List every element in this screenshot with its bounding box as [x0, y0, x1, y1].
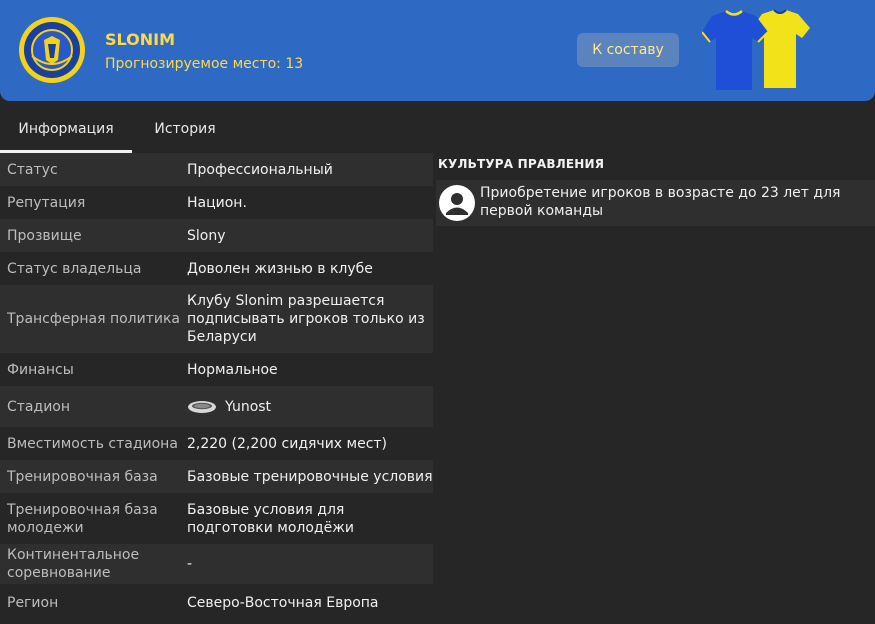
info-value: Северо-Восточная Европа [187, 594, 379, 611]
tab-history[interactable]: История [152, 101, 218, 153]
club-name: SLONIM [105, 30, 176, 49]
info-value: Базовые условия для подготовки молодёжи [187, 501, 354, 536]
board-culture-title: КУЛЬТУРА ПРАВЛЕНИЯ [438, 157, 605, 171]
info-label: Тренировочная база молодежи [7, 501, 158, 536]
club-info-table: Статус Профессиональный Репутация Национ… [0, 153, 433, 621]
info-label: Вместимость стадиона [7, 435, 178, 452]
info-row-training-facility: Тренировочная база Базовые тренировочные… [0, 460, 433, 493]
info-row-finances: Финансы Нормальное [0, 353, 433, 386]
info-label: Финансы [7, 361, 74, 378]
info-value: - [187, 556, 193, 572]
club-header: SLONIM Прогнозируемое место: 13 К состав… [0, 0, 875, 101]
info-label: Трансферная политика [7, 311, 180, 327]
info-value: Национ. [187, 194, 247, 211]
info-row-owner-status: Статус владельца Доволен жизнью в клубе [0, 252, 433, 285]
info-label: Прозвище [7, 227, 82, 244]
info-value: Доволен жизнью в клубе [187, 260, 373, 277]
info-label: Тренировочная база [7, 468, 158, 485]
info-row-youth-facility: Тренировочная база молодежи Базовые усло… [0, 493, 433, 544]
go-to-squad-button[interactable]: К составу [577, 33, 679, 67]
stadium-name[interactable]: Yunost [225, 398, 271, 416]
person-icon [439, 185, 475, 221]
tab-information[interactable]: Информация [0, 101, 132, 153]
board-culture-text: Приобретение игроков в возрасте до 23 ле… [480, 185, 841, 219]
info-row-reputation: Репутация Национ. [0, 186, 433, 219]
info-row-region: Регион Северо-Восточная Европа [0, 584, 433, 621]
info-label: Статус [7, 161, 58, 178]
info-label: Стадион [7, 398, 71, 415]
info-label: Регион [7, 594, 59, 611]
info-value: Клубу Slonim разрешается подписывать игр… [187, 293, 425, 345]
info-value: Профессиональный [187, 161, 333, 178]
info-value: Базовые тренировочные условия [187, 468, 433, 485]
info-value: Нормальное [187, 361, 278, 378]
club-crest-icon [19, 17, 85, 83]
info-row-stadium: Стадион Yunost [0, 386, 433, 427]
tab-bar: Информация История [0, 101, 875, 153]
info-row-status: Статус Профессиональный [0, 153, 433, 186]
club-kits-icon [702, 9, 810, 90]
info-value: Slony [187, 227, 226, 244]
info-value: Yunost [180, 398, 433, 416]
info-value: 2,220 (2,200 сидячих мест) [187, 435, 388, 452]
info-label: Континентальное соревнование [7, 547, 140, 581]
info-label: Репутация [7, 194, 86, 211]
board-culture-item: Приобретение игроков в возрасте до 23 ле… [436, 180, 875, 226]
info-row-nickname: Прозвище Slony [0, 219, 433, 252]
predicted-position: Прогнозируемое место: 13 [105, 56, 304, 72]
stadium-icon [188, 400, 216, 413]
info-row-transfer-policy: Трансферная политика Клубу Slonim разреш… [0, 285, 433, 353]
info-row-continental-competition: Континентальное соревнование - [0, 544, 433, 584]
info-row-stadium-capacity: Вместимость стадиона 2,220 (2,200 сидячи… [0, 427, 433, 460]
info-label: Статус владельца [7, 260, 142, 277]
